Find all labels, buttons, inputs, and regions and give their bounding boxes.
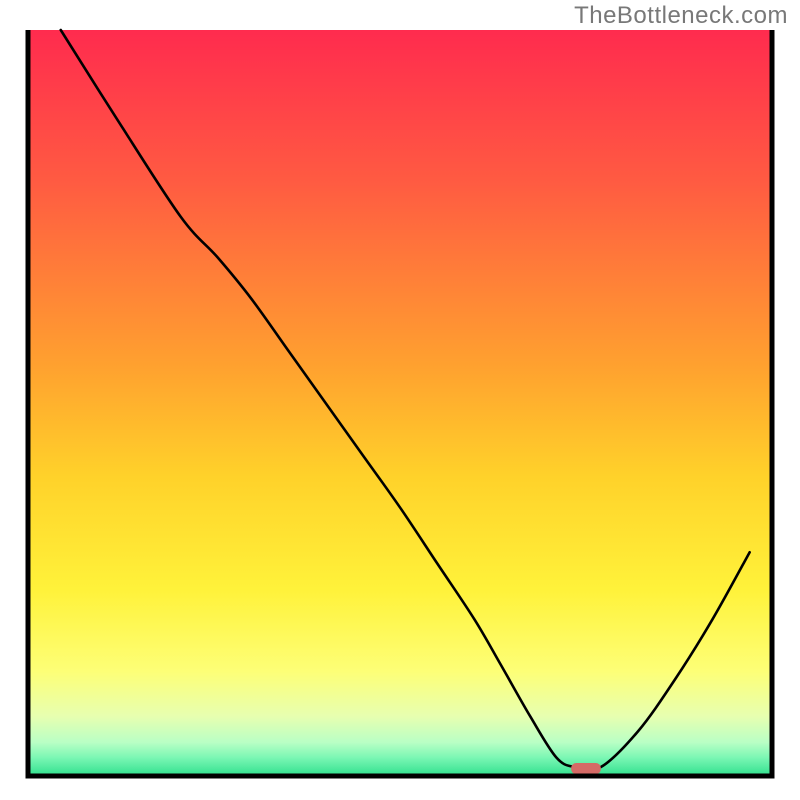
minimum-marker (571, 763, 601, 774)
plot-background (28, 30, 772, 776)
watermark-text: TheBottleneck.com (574, 2, 788, 30)
chart-container: TheBottleneck.com (0, 0, 800, 800)
chart-svg (0, 0, 800, 800)
